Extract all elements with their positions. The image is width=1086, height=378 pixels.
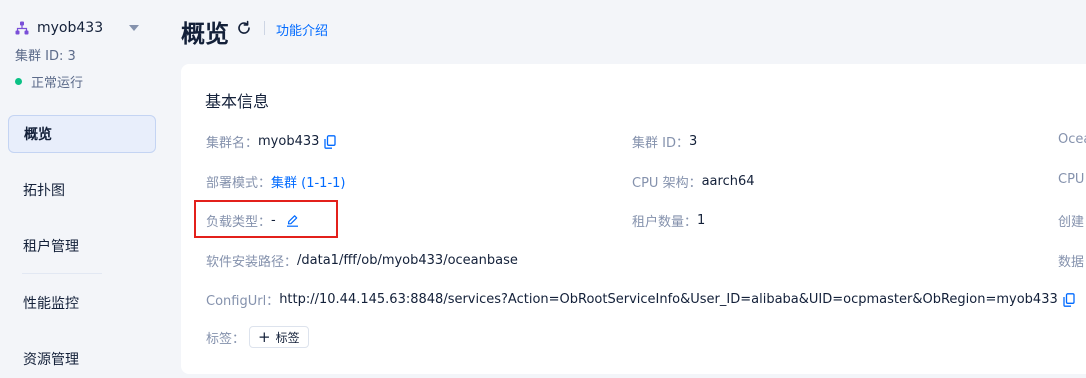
- plus-icon: +: [258, 327, 271, 346]
- status-label: 正常运行: [31, 76, 84, 91]
- tenant-count-field: 租户数量： 1: [632, 211, 705, 230]
- sidebar-item-resource-management[interactable]: 资源管理: [8, 340, 156, 378]
- cluster-status: 正常运行: [15, 72, 83, 91]
- field-label: ConfigUrl：: [206, 294, 280, 309]
- header-divider: [264, 21, 265, 35]
- sidebar-item-label: 租户管理: [23, 239, 79, 255]
- field-value: myob433: [258, 134, 320, 149]
- field-value: 3: [688, 134, 698, 149]
- highlight-box: [194, 200, 338, 238]
- cpu-arch-field: CPU 架构： aarch64: [632, 172, 755, 191]
- feature-intro-link[interactable]: 功能介绍: [276, 20, 328, 39]
- cluster-name: myob433: [37, 20, 104, 36]
- sidebar-item-overview[interactable]: 概览: [8, 115, 156, 153]
- sidebar-item-label: 性能监控: [23, 296, 79, 312]
- col3-label-2: CPU: [1058, 172, 1085, 187]
- chevron-down-icon[interactable]: [129, 25, 139, 31]
- col3-label-3: 创建: [1058, 215, 1085, 230]
- sidebar-item-performance-monitoring[interactable]: 性能监控: [8, 284, 156, 322]
- copy-icon[interactable]: [1063, 292, 1075, 307]
- sidebar-item-label: 拓扑图: [23, 183, 65, 199]
- page-title: 概览: [181, 20, 229, 48]
- tags-field: 标签： + 标签: [206, 326, 309, 348]
- field-label: 软件安装路径：: [206, 255, 298, 270]
- col3-label-1: Ocea: [1058, 132, 1086, 147]
- field-label: 租户数量：: [632, 215, 698, 230]
- cluster-switcher[interactable]: myob433: [15, 17, 145, 39]
- field-value: /data1/fff/ob/myob433/oceanbase: [297, 253, 518, 268]
- sidebar-item-tenant-management[interactable]: 租户管理: [8, 227, 156, 265]
- field-label: 部署模式：: [206, 176, 272, 191]
- refresh-icon[interactable]: [236, 20, 252, 36]
- col3-label-4: 数据: [1058, 255, 1085, 270]
- config-url-field: ConfigUrl： http://10.44.145.63:8848/serv…: [206, 290, 1075, 309]
- sidebar-item-label: 概览: [24, 127, 52, 143]
- add-tag-button[interactable]: + 标签: [249, 326, 309, 348]
- sidebar-item-label: 资源管理: [23, 352, 79, 368]
- field-value: 1: [697, 213, 706, 228]
- cluster-id-field: 集群 ID： 3: [632, 132, 697, 151]
- field-label: 集群 ID：: [632, 136, 689, 151]
- deploy-mode-link[interactable]: 集群 (1-1-1): [271, 172, 345, 191]
- cluster-icon: [15, 21, 29, 35]
- cluster-id-text: 集群 ID: 3: [15, 49, 76, 64]
- card-title: 基本信息: [205, 92, 270, 111]
- deploy-mode-field: 部署模式： 集群 (1-1-1): [206, 172, 346, 191]
- cluster-name-field: 集群名： myob433: [206, 132, 337, 151]
- install-path-field: 软件安装路径： /data1/fff/ob/myob433/oceanbase: [206, 251, 518, 270]
- field-label: CPU 架构：: [632, 176, 702, 191]
- field-value: aarch64: [701, 174, 755, 189]
- field-label: 集群名：: [206, 136, 259, 151]
- status-dot-icon: [15, 78, 22, 85]
- sidebar: myob433 集群 ID: 3 正常运行 概览 拓扑图 租户管理 性能监控 资…: [0, 0, 164, 368]
- copy-icon[interactable]: [324, 134, 337, 149]
- field-label: 标签：: [206, 331, 246, 347]
- sidebar-divider: [22, 273, 102, 274]
- field-value: http://10.44.145.63:8848/services?Action…: [279, 292, 1058, 307]
- sidebar-item-topology[interactable]: 拓扑图: [8, 171, 156, 209]
- add-tag-label: 标签: [275, 330, 300, 345]
